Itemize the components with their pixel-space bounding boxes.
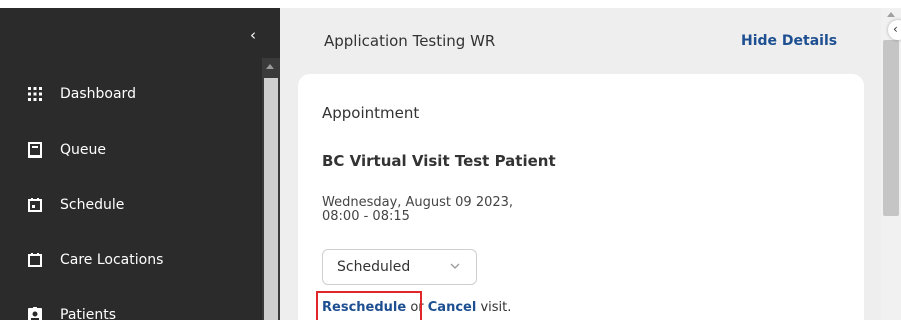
calendar-icon — [26, 196, 44, 214]
appointment-date: Wednesday, August 09 2023, — [322, 195, 514, 210]
sidebar-item-label: Queue — [60, 142, 106, 158]
cancel-link[interactable]: Cancel — [428, 300, 477, 315]
hide-details-link[interactable]: Hide Details — [741, 33, 837, 49]
patient-badge-icon — [26, 306, 44, 324]
sidebar-item-dashboard[interactable]: Dashboard — [26, 82, 136, 106]
status-selected-value: Scheduled — [337, 259, 411, 275]
sidebar-scrollbar-thumb[interactable] — [264, 78, 278, 320]
sidebar-item-label: Care Locations — [60, 252, 164, 268]
expand-panel-button[interactable]: ‹ — [888, 20, 901, 40]
chevron-down-icon — [450, 263, 460, 269]
chevron-left-icon: ‹ — [893, 22, 898, 36]
sidebar-item-label: Patients — [60, 307, 117, 323]
sidebar: ‹ Dashboard Queue Schedule Care Location… — [0, 8, 280, 323]
status-dropdown[interactable]: Scheduled — [322, 249, 477, 285]
main-scrollbar-thumb[interactable] — [883, 40, 899, 216]
clipboard-icon — [26, 141, 44, 159]
grid-icon — [26, 85, 44, 103]
sidebar-item-care-locations[interactable]: Care Locations — [26, 248, 163, 272]
main-scroll-up-icon[interactable] — [887, 12, 895, 17]
sidebar-item-label: Schedule — [60, 197, 125, 213]
appointment-section-title: Appointment — [322, 104, 420, 122]
page-title: Application Testing WR — [324, 32, 496, 50]
sidebar-item-schedule[interactable]: Schedule — [26, 193, 124, 217]
patient-name: BC Virtual Visit Test Patient — [322, 152, 556, 170]
sidebar-scroll-up-icon[interactable] — [266, 64, 274, 69]
sidebar-item-queue[interactable]: Queue — [26, 138, 106, 162]
appointment-details-panel: Application Testing WR Hide Details Appo… — [280, 8, 881, 334]
appointment-time: 08:00 - 08:15 — [322, 209, 410, 224]
sidebar-item-patients[interactable]: Patients — [26, 303, 116, 327]
visit-text: visit. — [476, 300, 512, 315]
appointment-datetime: Wednesday, August 09 2023, 08:00 - 08:15 — [322, 196, 513, 224]
collapse-sidebar-icon[interactable]: ‹ — [250, 28, 256, 43]
location-box-icon — [26, 251, 44, 269]
reschedule-highlight — [316, 291, 422, 320]
sidebar-item-label: Dashboard — [60, 86, 136, 102]
